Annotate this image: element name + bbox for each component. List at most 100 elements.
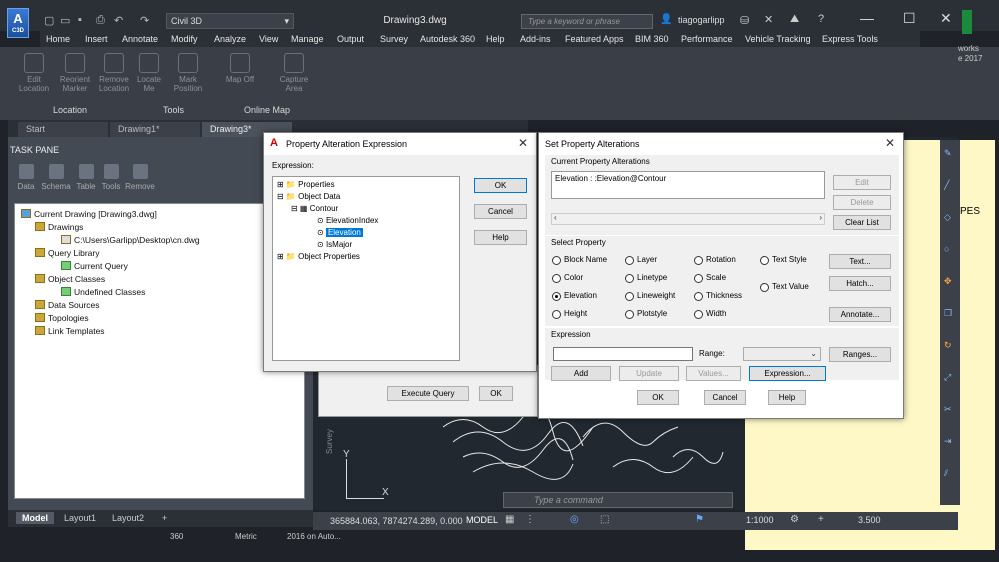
query-ok-button[interactable]: OK: [479, 386, 513, 401]
remove-tool-button[interactable]: Remove: [120, 161, 160, 191]
toolbar-move-icon[interactable]: ✥: [944, 276, 952, 287]
print-icon[interactable]: ⎙: [96, 14, 105, 27]
annotate-button[interactable]: Annotate...: [829, 307, 891, 322]
tree-undefined-classes[interactable]: Undefined Classes: [61, 287, 145, 297]
range-dropdown[interactable]: ⌄: [743, 347, 821, 361]
edit-location-button[interactable]: Edit Location: [14, 53, 54, 93]
toolbar-circle-icon[interactable]: ○: [944, 244, 949, 254]
radio-elevation[interactable]: [552, 292, 561, 301]
tree-topologies[interactable]: Topologies: [35, 313, 89, 323]
add-layout-icon[interactable]: +: [156, 512, 173, 524]
redo-icon[interactable]: ↷: [140, 14, 149, 27]
tab-add-ins[interactable]: Add-ins: [520, 34, 551, 44]
lineweight-value[interactable]: 3.500: [858, 515, 881, 525]
tree-link-templates[interactable]: Link Templates: [35, 326, 105, 336]
model-space-toggle[interactable]: MODEL: [466, 515, 498, 525]
close-icon[interactable]: ✕: [518, 136, 528, 150]
tab-bim-360[interactable]: BIM 360: [635, 34, 669, 44]
tab-layout1[interactable]: Layout1: [58, 512, 102, 524]
values-button[interactable]: Values...: [686, 366, 741, 381]
radio-text-style[interactable]: [760, 256, 769, 265]
plus-icon[interactable]: +: [818, 514, 824, 525]
tree-object-data[interactable]: ⊟ 📁 Object Data: [277, 192, 340, 201]
toolbar-scale-icon[interactable]: ⤢: [944, 372, 951, 383]
workspace-dropdown[interactable]: Civil 3D ▾: [166, 13, 294, 29]
radio-rotation[interactable]: [694, 256, 703, 265]
ranges-button[interactable]: Ranges...: [829, 347, 891, 362]
tab-manage[interactable]: Manage: [291, 34, 324, 44]
expression-cancel-button[interactable]: Cancel: [474, 204, 527, 219]
hatch-button[interactable]: Hatch...: [829, 276, 891, 291]
close-icon[interactable]: ✕: [940, 10, 952, 27]
tab-help[interactable]: Help: [486, 34, 505, 44]
current-alterations-list[interactable]: Elevation : :Elevation@Contour: [551, 171, 825, 199]
tab-layout2[interactable]: Layout2: [106, 512, 150, 524]
scroll-right-icon[interactable]: ›: [819, 213, 822, 222]
locate-me-button[interactable]: Locate Me: [134, 53, 164, 93]
tab-insert[interactable]: Insert: [85, 34, 108, 44]
undo-icon[interactable]: ↶: [114, 14, 123, 27]
toolbar-pencil-icon[interactable]: ✎: [944, 148, 952, 159]
new-file-icon[interactable]: ▢: [44, 14, 54, 27]
tree-elevation[interactable]: ⊙ Elevation: [317, 228, 363, 237]
radio-linetype[interactable]: [625, 274, 634, 283]
mark-position-button[interactable]: Mark Position: [169, 53, 207, 93]
expression-help-button[interactable]: Help: [474, 230, 527, 245]
tree-data-sources[interactable]: Data Sources: [35, 300, 100, 310]
tree-object-classes[interactable]: Object Classes: [35, 274, 105, 284]
user-account[interactable]: tiagogarlipp: [678, 15, 725, 25]
tree-contour[interactable]: ⊟ ▦ Contour: [291, 204, 338, 213]
reorient-marker-button[interactable]: Reorient Marker: [55, 53, 95, 93]
tab-express-tools[interactable]: Express Tools: [822, 34, 878, 44]
tab-modify[interactable]: Modify: [171, 34, 198, 44]
tree-current-drawing[interactable]: Current Drawing [Drawing3.dwg]: [21, 209, 157, 219]
tab-vehicle-tracking[interactable]: Vehicle Tracking: [745, 34, 811, 44]
radio-scale[interactable]: [694, 274, 703, 283]
tab-start[interactable]: Start: [18, 122, 108, 137]
radio-height[interactable]: [552, 310, 561, 319]
expression-button[interactable]: Expression...: [749, 366, 826, 381]
help-icon[interactable]: ?: [818, 13, 824, 25]
radio-width[interactable]: [694, 310, 703, 319]
command-line-input[interactable]: Type a command: [503, 492, 733, 508]
app-menu-button[interactable]: A C3D: [7, 8, 29, 38]
horizontal-scrollbar[interactable]: ‹ ›: [551, 213, 825, 225]
tree-drawing-path[interactable]: C:\Users\Garlipp\Desktop\cn.dwg: [61, 235, 200, 245]
add-button[interactable]: Add: [551, 366, 611, 381]
tab-output[interactable]: Output: [337, 34, 364, 44]
tree-drawings[interactable]: Drawings: [35, 222, 83, 232]
toolbar-line-icon[interactable]: ╱: [944, 180, 949, 191]
toolbar-rotate-icon[interactable]: ↻: [944, 340, 952, 351]
help-search-input[interactable]: Type a keyword or phrase: [521, 14, 653, 29]
tree-current-query[interactable]: Current Query: [61, 261, 128, 271]
tab-model[interactable]: Model: [16, 512, 54, 524]
minimize-icon[interactable]: —: [860, 10, 874, 26]
radio-color[interactable]: [552, 274, 561, 283]
tab-annotate[interactable]: Annotate: [122, 34, 158, 44]
tab-drawing1[interactable]: Drawing1*: [110, 122, 200, 137]
tab-featured-apps[interactable]: Featured Apps: [565, 34, 624, 44]
delete-button[interactable]: Delete: [833, 195, 891, 210]
tree-elevation-index[interactable]: ⊙ ElevationIndex: [317, 216, 378, 225]
radio-text-value[interactable]: [760, 283, 769, 292]
help-button[interactable]: Help: [768, 390, 806, 405]
expression-input[interactable]: [553, 347, 693, 361]
radio-layer[interactable]: [625, 256, 634, 265]
update-button[interactable]: Update: [619, 366, 679, 381]
tab-view[interactable]: View: [259, 34, 278, 44]
polar-icon[interactable]: ◎: [570, 514, 579, 525]
ok-button[interactable]: OK: [637, 390, 679, 405]
tab-survey[interactable]: Survey: [380, 34, 408, 44]
remove-location-button[interactable]: Remove Location: [94, 53, 134, 93]
clear-list-button[interactable]: Clear List: [833, 215, 891, 230]
toolbar-extend-icon[interactable]: ⇥: [944, 436, 952, 447]
tree-object-properties[interactable]: ⊞ 📁 Object Properties: [277, 252, 360, 261]
text-button[interactable]: Text...: [829, 254, 891, 269]
execute-query-button[interactable]: Execute Query: [387, 386, 469, 401]
gear-icon[interactable]: ⚙: [790, 514, 799, 525]
tab-analyze[interactable]: Analyze: [214, 34, 246, 44]
osnap-icon[interactable]: ⬚: [600, 514, 609, 525]
map-off-button[interactable]: Map Off: [220, 53, 260, 84]
snap-icon[interactable]: ⋮: [525, 514, 535, 525]
annotation-visibility-icon[interactable]: ⚑: [695, 514, 704, 525]
